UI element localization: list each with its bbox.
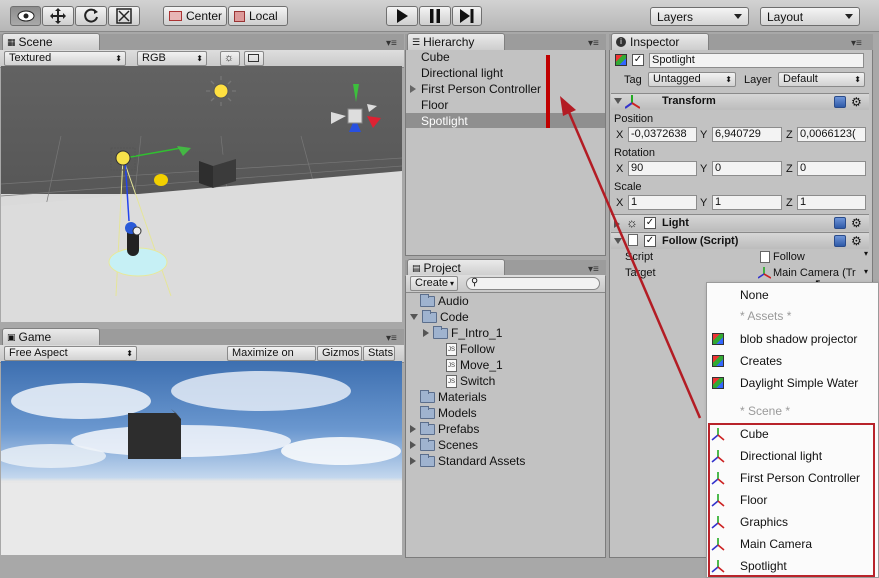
annotation-arrow (566, 109, 702, 419)
annotation-arrowhead (560, 96, 576, 116)
annotation-overlay (546, 55, 702, 419)
